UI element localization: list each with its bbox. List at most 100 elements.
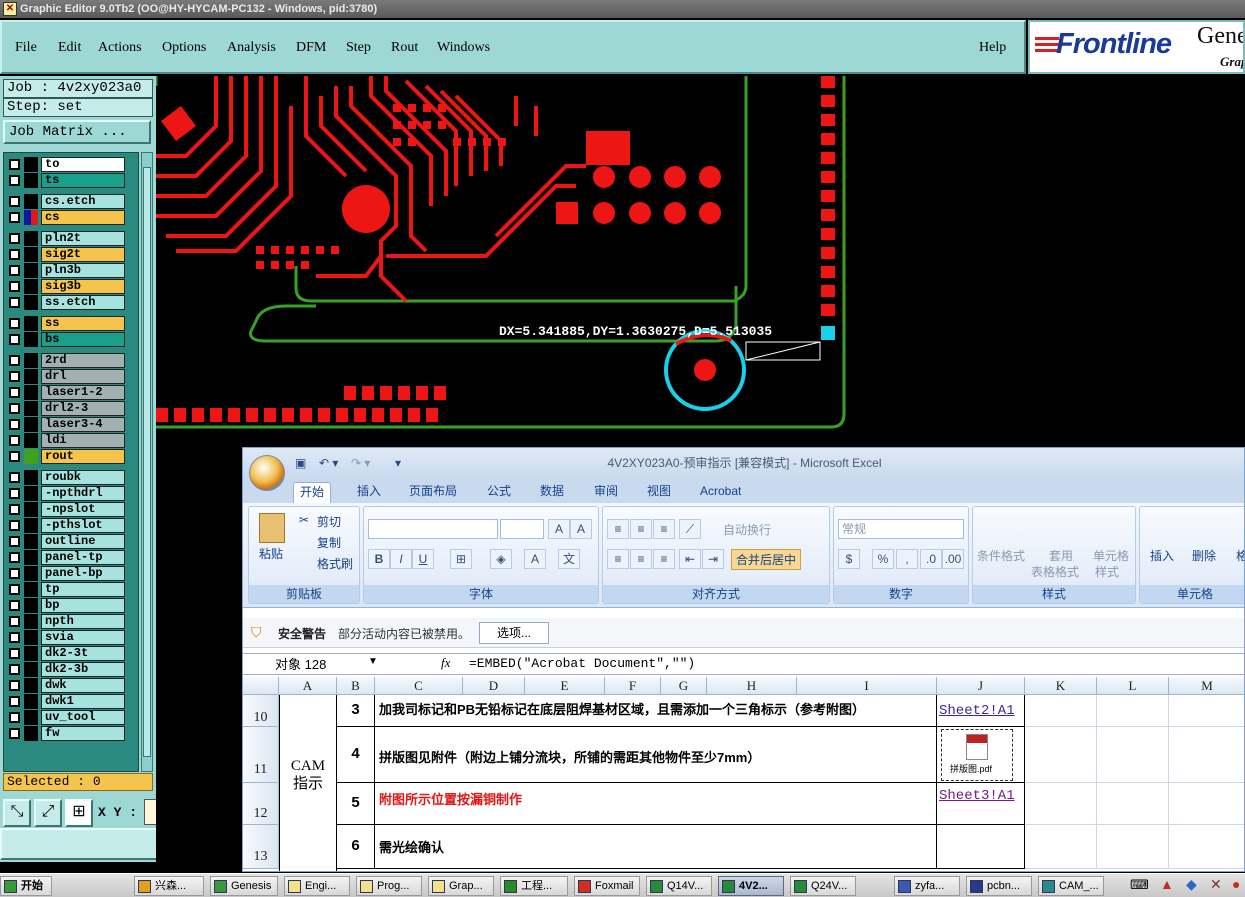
layer-checkbox[interactable] — [9, 504, 20, 515]
layer-name[interactable]: npth — [41, 614, 125, 629]
name-box[interactable]: 对象 128 — [245, 655, 379, 674]
percent-button[interactable]: % — [872, 549, 894, 569]
layer-color-swatch[interactable] — [24, 231, 38, 246]
cell-styles-button[interactable]: 单元格 — [1093, 547, 1129, 564]
layer-name[interactable]: 2rd — [41, 353, 125, 368]
start-button[interactable]: 开始 — [0, 876, 52, 896]
row-header-10[interactable]: 10 — [243, 695, 279, 727]
align-left-button[interactable]: ≡ — [607, 549, 629, 569]
row-header-13[interactable]: 13 — [243, 825, 279, 869]
embedded-pdf-object[interactable]: 拼版图.pdf — [941, 729, 1013, 781]
cut-button[interactable]: 剪切 — [317, 513, 341, 530]
grid-cell[interactable] — [1025, 825, 1097, 869]
column-header-j[interactable]: J — [937, 677, 1025, 695]
layer-name[interactable]: cs.etch — [41, 194, 125, 209]
layer-color-swatch[interactable] — [24, 534, 38, 549]
tab-page-layout[interactable]: 页面布局 — [403, 482, 463, 503]
security-options-button[interactable]: 选项... — [479, 622, 549, 644]
grid-cell[interactable] — [1169, 783, 1244, 825]
layer-color-swatch[interactable] — [24, 662, 38, 677]
merge-center-button[interactable]: 合并后居中 — [731, 549, 802, 570]
task-item[interactable]: Prog... — [356, 876, 422, 896]
layer-name[interactable]: dk2-3b — [41, 662, 125, 677]
row10-num[interactable]: 3 — [337, 695, 375, 727]
layer-row-ts[interactable]: ts — [7, 173, 125, 188]
cell-styles-button-line2[interactable]: 样式 — [1095, 563, 1119, 580]
layer-row-dk2-3b[interactable]: dk2-3b — [7, 662, 125, 677]
paste-icon[interactable] — [259, 513, 285, 543]
layer-checkbox[interactable] — [9, 435, 20, 446]
save-icon[interactable]: ▣ — [295, 456, 306, 470]
namebox-dropdown-icon[interactable]: ▼ — [368, 656, 378, 667]
layer-row-ldi[interactable]: ldi — [7, 433, 125, 448]
layer-name[interactable]: -pthslot — [41, 518, 125, 533]
layer-checkbox[interactable] — [9, 265, 20, 276]
task-item[interactable]: Grap... — [428, 876, 494, 896]
grid-cell[interactable] — [1097, 695, 1169, 727]
layer-name[interactable]: rout — [41, 449, 125, 464]
job-matrix-button[interactable]: Job Matrix ... — [3, 120, 151, 144]
layer-name[interactable]: to — [41, 157, 125, 172]
layer-row-npth[interactable]: npth — [7, 614, 125, 629]
layer-color-swatch[interactable] — [24, 678, 38, 693]
select-all-corner[interactable] — [243, 677, 279, 695]
layer-row-pln3b[interactable]: pln3b — [7, 263, 125, 278]
grid-cell[interactable] — [1169, 727, 1244, 783]
formula-input[interactable]: =EMBED("Acrobat Document","") — [469, 656, 695, 671]
layer-name[interactable]: laser1-2 — [41, 385, 125, 400]
layer-name[interactable]: drl — [41, 369, 125, 384]
layer-color-swatch[interactable] — [24, 279, 38, 294]
layer-name[interactable]: sig3b — [41, 279, 125, 294]
layer-color-swatch[interactable] — [24, 295, 38, 310]
layer-color-swatch[interactable] — [24, 726, 38, 741]
layer-name[interactable]: svia — [41, 630, 125, 645]
menu-help[interactable]: Help — [979, 40, 1006, 56]
tray-icon[interactable]: ◆ — [1186, 876, 1197, 893]
layer-row-cs.etch[interactable]: cs.etch — [7, 194, 125, 209]
layer-name[interactable]: ts — [41, 173, 125, 188]
underline-button[interactable]: U — [412, 549, 434, 569]
layer-name[interactable]: ss — [41, 316, 125, 331]
increase-decimal-button[interactable]: .0 — [920, 549, 942, 569]
layer-checkbox[interactable] — [9, 664, 20, 675]
layer-row-dwk[interactable]: dwk — [7, 678, 125, 693]
layer-row-bs[interactable]: bs — [7, 332, 125, 347]
italic-button[interactable]: I — [390, 549, 412, 569]
align-middle-button[interactable]: ≡ — [630, 519, 652, 539]
layer-row-laser3-4[interactable]: laser3-4 — [7, 417, 125, 432]
wrap-text-button[interactable]: 自动换行 — [723, 521, 771, 538]
layer-row-pln2t[interactable]: pln2t — [7, 231, 125, 246]
task-item[interactable]: Q14V... — [646, 876, 712, 896]
layer-color-swatch[interactable] — [24, 263, 38, 278]
grid-cell[interactable] — [1169, 695, 1244, 727]
layer-name[interactable]: ldi — [41, 433, 125, 448]
insert-cells-button[interactable]: 插入 — [1150, 547, 1174, 564]
layer-checkbox[interactable] — [9, 536, 20, 547]
task-item[interactable]: Engi... — [284, 876, 350, 896]
layer-name[interactable]: uv_tool — [41, 710, 125, 725]
menu-dfm[interactable]: DFM — [296, 40, 326, 56]
layer-row-2rd[interactable]: 2rd — [7, 353, 125, 368]
layer-color-swatch[interactable] — [24, 369, 38, 384]
align-bottom-button[interactable]: ≡ — [653, 519, 675, 539]
bold-button[interactable]: B — [368, 549, 390, 569]
layer-name[interactable]: dwk — [41, 678, 125, 693]
task-item[interactable]: Genesis — [210, 876, 278, 896]
format-as-table-button-line2[interactable]: 表格格式 — [1031, 563, 1079, 580]
layer-name[interactable]: fw — [41, 726, 125, 741]
zoom-fit-button[interactable]: ⤡ — [3, 799, 31, 827]
spreadsheet-grid[interactable]: A B C D E F G H I J K L M 10 11 12 13 CA… — [243, 677, 1244, 871]
layer-name[interactable]: cs — [41, 210, 125, 225]
currency-button[interactable]: $ — [838, 549, 860, 569]
grid-cell[interactable] — [1025, 695, 1097, 727]
layer-row-uv_tool[interactable]: uv_tool — [7, 710, 125, 725]
layer-checkbox[interactable] — [9, 488, 20, 499]
task-item[interactable]: 工程... — [500, 876, 568, 896]
layer-row-tp[interactable]: tp — [7, 582, 125, 597]
column-header-g[interactable]: G — [661, 677, 707, 695]
layer-color-swatch[interactable] — [24, 210, 31, 225]
format-cells-button[interactable]: 格 — [1236, 547, 1244, 564]
tab-data[interactable]: 数据 — [534, 482, 570, 503]
layer-color-swatch[interactable] — [24, 385, 38, 400]
layer-name[interactable]: sig2t — [41, 247, 125, 262]
